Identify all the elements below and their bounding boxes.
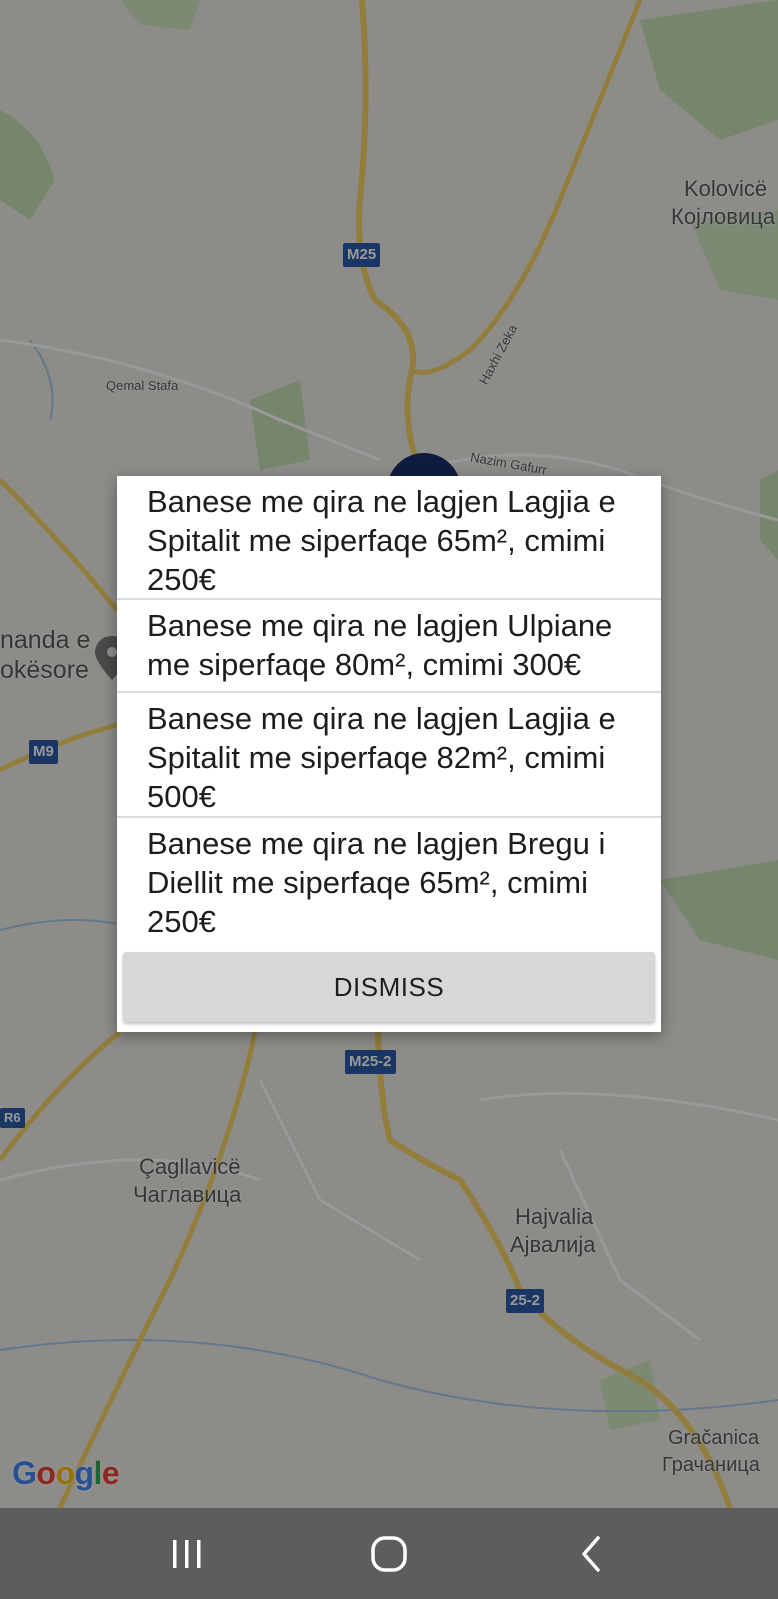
- back-button[interactable]: [531, 1508, 651, 1599]
- dismiss-button[interactable]: DISMISS: [123, 952, 655, 1022]
- system-navigation-bar: [0, 1508, 778, 1599]
- listing-item[interactable]: Banese me qira ne lagjen Bregu i Diellit…: [117, 818, 661, 946]
- listing-item-text: Banese me qira ne lagjen Bregu i Diellit…: [147, 826, 606, 939]
- home-icon: [371, 1535, 407, 1572]
- listing-item-text: Banese me qira ne lagjen Lagjia e Spital…: [147, 701, 616, 814]
- recent-apps-button[interactable]: [127, 1508, 247, 1599]
- recent-apps-icon: [173, 1539, 201, 1568]
- listing-item[interactable]: Banese me qira ne lagjen Lagjia e Spital…: [117, 693, 661, 818]
- listing-item-text: Banese me qira ne lagjen Lagjia e Spital…: [147, 484, 616, 597]
- listing-item-text: Banese me qira ne lagjen Ulpiane me sipe…: [147, 608, 613, 682]
- listing-item[interactable]: Banese me qira ne lagjen Lagjia e Spital…: [117, 476, 661, 600]
- listings-dialog: Banese me qira ne lagjen Lagjia e Spital…: [117, 476, 661, 1032]
- listing-item[interactable]: Banese me qira ne lagjen Ulpiane me sipe…: [117, 600, 661, 693]
- home-button[interactable]: [329, 1508, 449, 1599]
- back-icon: [582, 1535, 600, 1572]
